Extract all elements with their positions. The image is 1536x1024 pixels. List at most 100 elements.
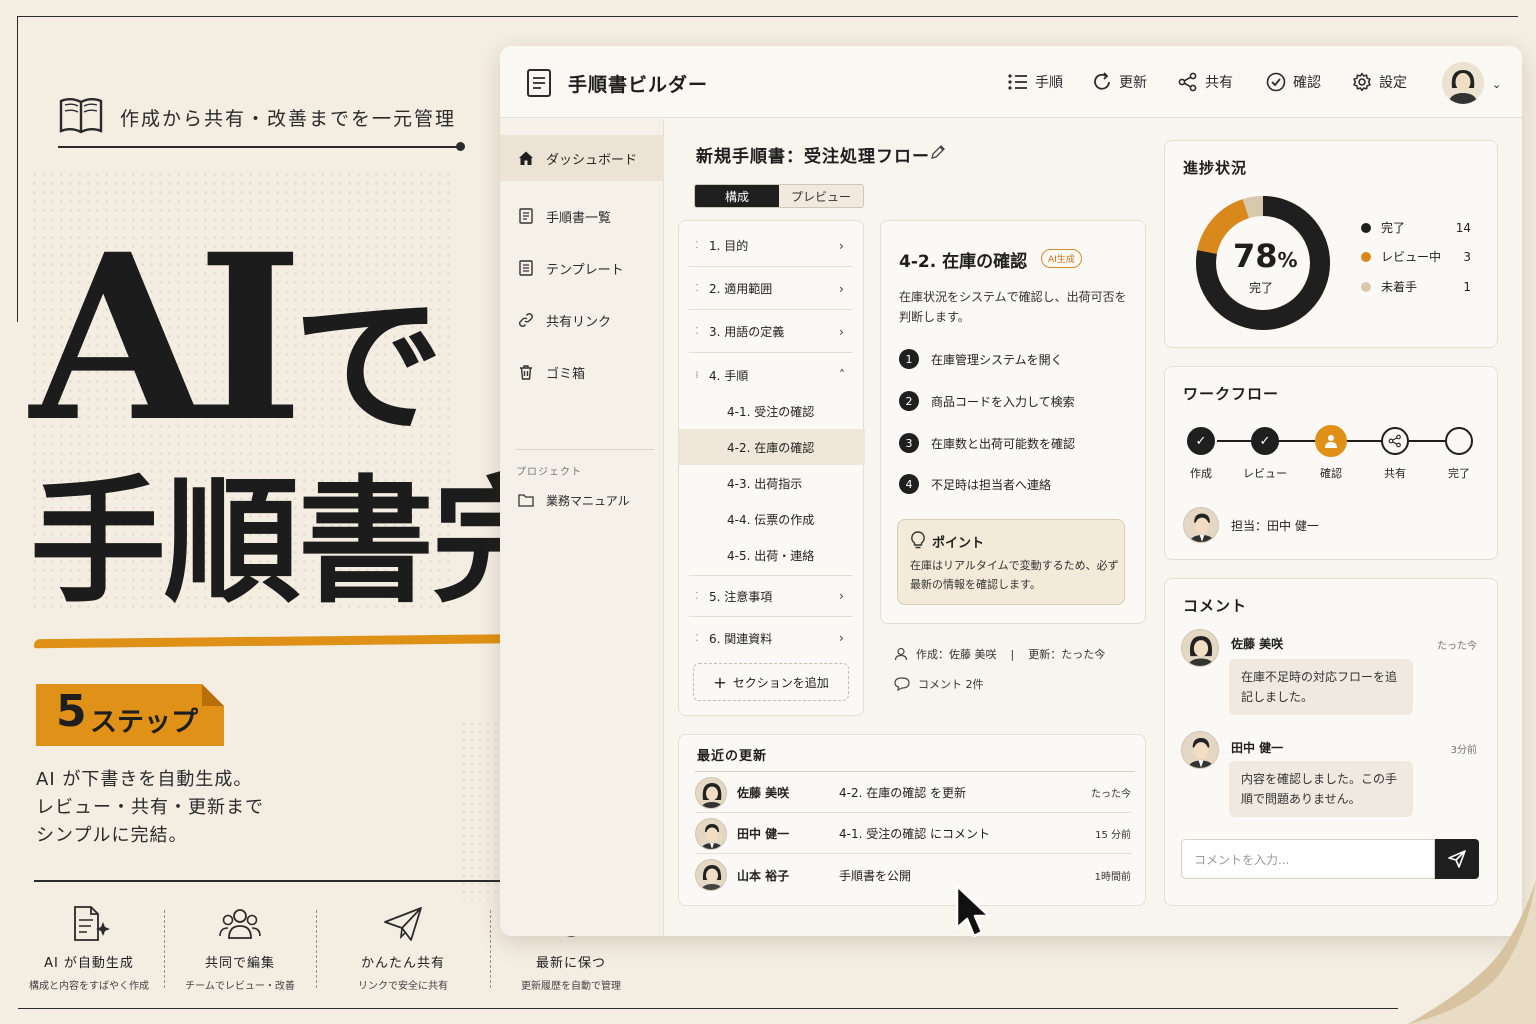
frame-line-left [17, 16, 18, 322]
outline-section-expanded[interactable]: ⁞ 4. 手順 ˄ [689, 354, 853, 396]
document-icon [519, 208, 533, 224]
project-section-label: プロジェクト [516, 467, 582, 478]
section-detail-panel: 4-2. 在庫の確認 AI生成 在庫状況をシステムで確認し、出荷可否を判断します… [880, 220, 1146, 624]
outline-section[interactable]: ⁚ 1. 目的 › [689, 225, 853, 267]
section-detail-title: 4-2. 在庫の確認 [899, 252, 1028, 272]
step-text: 在庫数と出荷可能数を確認 [931, 436, 1076, 451]
legend-label: 完了 [1381, 221, 1406, 235]
sidebar-item-dashboard[interactable]: ダッシュボード [500, 135, 664, 181]
sidebar-item-label: 手順書一覧 [546, 210, 612, 226]
workflow-step-done[interactable]: ✓ [1251, 427, 1279, 455]
workflow-step-done[interactable]: ✓ [1187, 427, 1215, 455]
legend-label: レビュー中 [1381, 250, 1442, 264]
home-icon [519, 151, 533, 165]
tagline-dot [456, 142, 465, 151]
nav-update[interactable]: 更新 [1092, 71, 1147, 93]
user-avatar[interactable] [1442, 62, 1484, 104]
nav-confirm[interactable]: 確認 [1266, 71, 1321, 93]
progress-percent-sign: % [1277, 248, 1298, 272]
sidebar-item-label: テンプレート [546, 262, 624, 278]
tab-preview[interactable]: プレビュー [779, 185, 863, 207]
feature-ai-generate: AI が自動生成 構成と内容をすばやく作成 [14, 902, 164, 992]
chevron-down-icon[interactable]: ⌄ [1492, 78, 1501, 91]
drag-handle-icon[interactable]: ⁞ [689, 370, 705, 381]
comment-count-label: コメント 2件 [918, 678, 984, 691]
section-label: 1. 目的 [709, 239, 749, 253]
drag-handle-icon[interactable]: ⁚ [689, 591, 705, 602]
feature-separator [316, 910, 317, 988]
update-action: 手順書を公開 [839, 868, 912, 883]
feature-separator [490, 910, 491, 988]
outline-section[interactable]: ⁚ 5. 注意事項 › [689, 575, 853, 617]
feature-co-edit: 共同で編集 チームでレビュー・改善 [165, 902, 315, 992]
update-user: 佐藤 美咲 [737, 786, 790, 800]
workflow-step-share[interactable] [1381, 427, 1409, 455]
tip-title: ポイント [932, 536, 985, 551]
chevron-right-icon: › [839, 589, 844, 603]
folder-icon [518, 494, 534, 507]
comment-time: たった今 [1437, 641, 1477, 652]
comment-input[interactable]: コメントを入力... [1181, 839, 1435, 879]
section-label: 6. 関連資料 [709, 631, 773, 646]
outline-subsection[interactable]: 4-4. 伝票の作成 [679, 501, 865, 537]
app-title: 手順書ビルダー [568, 74, 709, 96]
hero-description: AI が下書きを自動生成。 レビュー・共有・更新まで シンプルに完結。 [36, 766, 264, 850]
step-number: 2 [899, 391, 919, 411]
tab-structure[interactable]: 構成 [695, 185, 779, 207]
feature-title: 共同で編集 [204, 956, 275, 971]
commenter-avatar [1181, 731, 1219, 769]
procedure-step: 1 在庫管理システムを開く [899, 349, 1139, 369]
person-icon [894, 647, 908, 661]
update-row[interactable]: 田中 健一 4-1. 受注の確認 にコメント 15 分前 [695, 814, 1131, 854]
chevron-right-icon: › [839, 631, 844, 645]
comment-count[interactable]: コメント 2件 [894, 676, 984, 692]
outline-subsection-selected[interactable]: 4-2. 在庫の確認 [679, 429, 865, 465]
outline-section[interactable]: ⁚ 3. 用語の定義 › [689, 311, 853, 353]
hero-ai-text: AI [30, 204, 304, 472]
drag-handle-icon[interactable]: ⁚ [689, 283, 705, 294]
nav-steps[interactable]: 手順 [1008, 71, 1063, 93]
outline-section[interactable]: ⁚ 6. 関連資料 › [689, 617, 853, 659]
sidebar-item-share-links[interactable]: 共有リンク [500, 297, 664, 343]
procedure-step: 4 不足時は担当者へ連絡 [899, 474, 1139, 494]
sidebar-item-trash[interactable]: ゴミ箱 [500, 349, 664, 395]
section-label: 4. 手順 [709, 368, 749, 383]
feature-title: かんたん共有 [360, 956, 445, 971]
sidebar-item-document-list[interactable]: 手順書一覧 [500, 193, 664, 239]
outline-subsection[interactable]: 4-3. 出荷指示 [679, 465, 865, 501]
edit-pencil-icon[interactable] [930, 144, 946, 164]
update-row[interactable]: 佐藤 美咲 4-2. 在庫の確認 を更新 たった今 [695, 773, 1131, 813]
outline-section[interactable]: ⁚ 2. 適用範囲 › [689, 268, 853, 310]
progress-title: 進捗状況 [1183, 159, 1248, 177]
workflow-step-complete[interactable] [1445, 427, 1473, 455]
drag-handle-icon[interactable]: ⁚ [689, 326, 705, 337]
chevron-right-icon: › [839, 281, 844, 296]
workflow-step-current[interactable] [1315, 425, 1347, 457]
progress-card: 進捗状況 78% 完了 完了 14 レビュー中 3 未着手 1 [1164, 140, 1498, 348]
avatar [695, 859, 727, 891]
sidebar-item-templates[interactable]: テンプレート [500, 245, 664, 291]
outline-panel: ⁚ 1. 目的 › ⁚ 2. 適用範囲 › ⁚ 3. 用語の定義 › ⁞ 4. 手順 ˄ 4-1… [678, 220, 865, 716]
update-row[interactable]: 山本 裕子 手順書を公開 1時間前 [695, 855, 1131, 895]
avatar [695, 776, 727, 809]
update-action: 4-2. 在庫の確認 を更新 [839, 786, 967, 800]
drag-handle-icon[interactable]: ⁚ [689, 240, 705, 251]
template-icon [519, 260, 533, 276]
workflow-step-label: 作成 [1190, 467, 1212, 480]
outline-subsection[interactable]: 4-5. 出荷・連絡 [679, 537, 865, 573]
sidebar-divider [516, 449, 654, 450]
legend-swatch [1361, 222, 1371, 233]
nav-settings[interactable]: 設定 [1352, 71, 1407, 93]
list-icon [1008, 74, 1027, 90]
progress-percent-label: 完了 [1249, 281, 1274, 295]
sidebar-item-project[interactable]: 業務マニュアル [500, 477, 664, 523]
nav-label: 手順 [1035, 75, 1063, 91]
drag-handle-icon[interactable]: ⁚ [689, 633, 705, 644]
nav-share[interactable]: 共有 [1178, 71, 1233, 93]
nav-label: 設定 [1379, 75, 1407, 91]
send-comment-button[interactable] [1435, 839, 1479, 879]
add-section-button[interactable]: + セクションを追加 [693, 663, 849, 701]
outline-subsection[interactable]: 4-1. 受注の確認 [679, 393, 865, 429]
chevron-right-icon: › [839, 324, 844, 339]
comment-body: 在庫不足時の対応フローを追記しました。 [1229, 659, 1413, 715]
